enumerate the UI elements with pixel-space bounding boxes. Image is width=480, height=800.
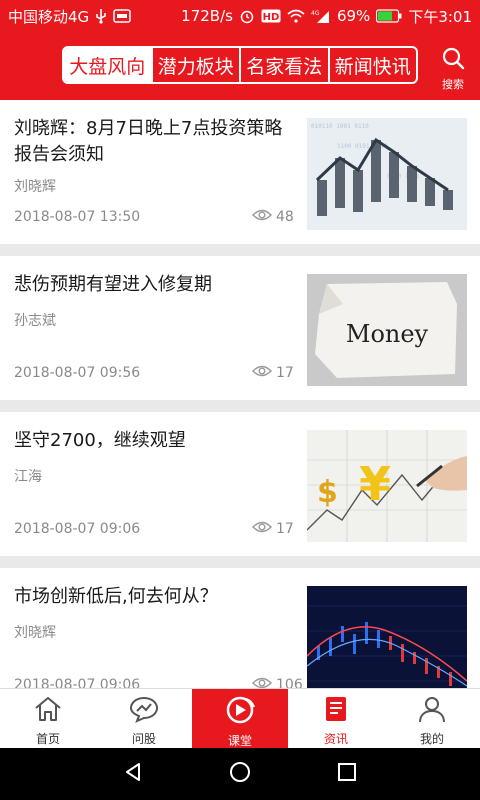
nav-classroom[interactable]: 课堂 bbox=[192, 689, 288, 748]
battery-icon bbox=[376, 9, 402, 23]
tab-potential-sectors[interactable]: 潜力板块 bbox=[150, 48, 240, 82]
eye-icon bbox=[252, 208, 272, 226]
eye-icon bbox=[252, 520, 272, 538]
nav-home[interactable]: 首页 bbox=[0, 689, 96, 748]
search-button[interactable]: 搜索 bbox=[436, 46, 470, 92]
svg-text:$: $ bbox=[317, 475, 338, 510]
system-nav-bar bbox=[0, 748, 480, 800]
article-title: 市场创新低后,何去何从？ bbox=[14, 586, 218, 607]
svg-text:HD: HD bbox=[263, 12, 280, 23]
view-count: 17 bbox=[252, 520, 294, 538]
search-label: 搜索 bbox=[442, 78, 464, 91]
view-count: 17 bbox=[252, 364, 294, 382]
nav-mine[interactable]: 我的 bbox=[384, 689, 480, 748]
article-date: 2018-08-07 09:06 bbox=[14, 521, 141, 537]
category-tabs: 大盘风向 潜力板块 名家看法 新闻快讯 bbox=[62, 46, 418, 84]
article-title: 刘晓辉：8月7日晚上7点投资策略报告会须知 bbox=[14, 118, 283, 165]
article-card[interactable]: 坚守2700，继续观望 江海 2018-08-07 09:06 17 $ ¥ bbox=[0, 412, 480, 556]
view-count: 106 bbox=[252, 676, 303, 688]
alarm-icon bbox=[239, 8, 255, 24]
bar-chart-image: 010110 1001 0110 1100 0101 1010 0110 1101 bbox=[307, 118, 467, 230]
article-date: 2018-08-07 13:50 bbox=[14, 209, 141, 225]
search-icon bbox=[441, 46, 465, 74]
signal-icon: 4G bbox=[311, 9, 331, 23]
article-author: 江海 bbox=[14, 469, 42, 485]
recents-icon[interactable] bbox=[336, 761, 358, 787]
nav-ask-stock[interactable]: 问股 bbox=[96, 689, 192, 748]
wifi-icon bbox=[287, 9, 305, 23]
article-feed[interactable]: 刘晓辉：8月7日晚上7点投资策略报告会须知 刘晓辉 2018-08-07 13:… bbox=[0, 100, 480, 688]
carrier-text: 中国移动4G bbox=[8, 7, 90, 26]
app-notify-icon bbox=[113, 8, 131, 24]
svg-text:¥: ¥ bbox=[359, 457, 391, 511]
tab-expert-views[interactable]: 名家看法 bbox=[239, 48, 328, 82]
hd-icon: HD bbox=[261, 9, 281, 23]
status-bar: 中国移动4G 172B/s HD 4G 69% 下午3:01 bbox=[0, 0, 480, 32]
article-date: 2018-08-07 09:06 bbox=[14, 677, 141, 688]
article-author: 刘晓辉 bbox=[14, 625, 56, 641]
tab-news-flash[interactable]: 新闻快讯 bbox=[327, 48, 417, 82]
view-count: 48 bbox=[252, 208, 294, 226]
back-icon[interactable] bbox=[122, 761, 144, 787]
article-author: 刘晓辉 bbox=[14, 179, 56, 195]
user-icon bbox=[417, 695, 447, 726]
article-card[interactable]: 悲伤预期有望进入修复期 孙志斌 2018-08-07 09:56 17 Mone… bbox=[0, 256, 480, 400]
news-doc-icon bbox=[321, 695, 351, 726]
money-paper-image: Money bbox=[307, 274, 467, 386]
svg-text:010110 1001 0110: 010110 1001 0110 bbox=[311, 123, 369, 130]
nav-news[interactable]: 资讯 bbox=[288, 689, 384, 748]
svg-text:Money: Money bbox=[346, 320, 429, 348]
article-title: 坚守2700，继续观望 bbox=[14, 430, 186, 451]
article-date: 2018-08-07 09:56 bbox=[14, 365, 141, 381]
chat-trend-icon bbox=[129, 695, 159, 726]
tab-market-trend[interactable]: 大盘风向 bbox=[64, 48, 151, 82]
app-header: 大盘风向 潜力板块 名家看法 新闻快讯 搜索 bbox=[0, 32, 480, 100]
bottom-tab-bar: 首页 问股 课堂 资讯 我的 bbox=[0, 688, 480, 748]
article-card[interactable]: 市场创新低后,何去何从？ 刘晓辉 2018-08-07 09:06 106 bbox=[0, 568, 480, 688]
net-speed-text: 172B/s bbox=[181, 7, 233, 25]
svg-text:4G: 4G bbox=[311, 10, 320, 17]
stock-chart-image bbox=[307, 586, 467, 688]
usb-icon bbox=[95, 8, 107, 24]
battery-percent: 69% bbox=[336, 7, 371, 25]
article-title: 悲伤预期有望进入修复期 bbox=[14, 274, 212, 295]
home-icon bbox=[33, 695, 63, 726]
home-circle-icon[interactable] bbox=[228, 760, 252, 788]
currency-drawing-image: $ ¥ bbox=[307, 430, 467, 542]
clock-text: 下午3:01 bbox=[408, 7, 472, 26]
article-author: 孙志斌 bbox=[14, 313, 56, 329]
live-play-icon bbox=[224, 695, 256, 728]
article-card[interactable]: 刘晓辉：8月7日晚上7点投资策略报告会须知 刘晓辉 2018-08-07 13:… bbox=[0, 100, 480, 244]
eye-icon bbox=[252, 676, 272, 688]
eye-icon bbox=[252, 364, 272, 382]
